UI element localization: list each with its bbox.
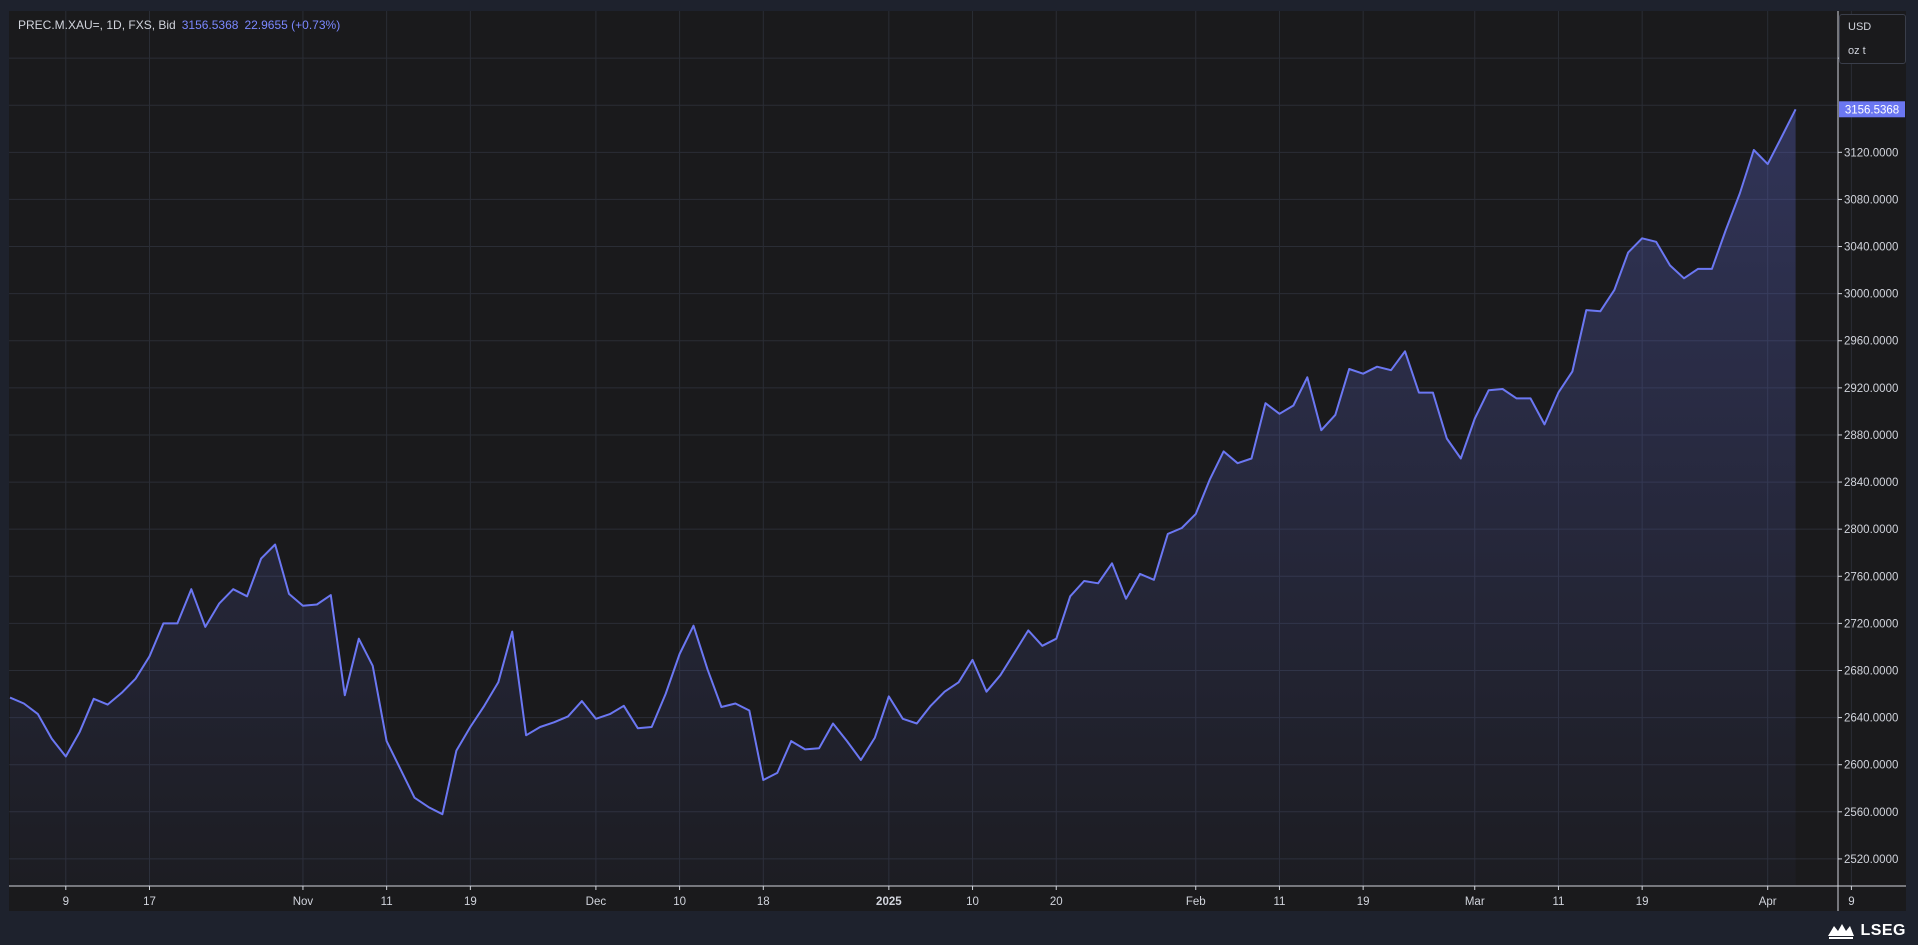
legend-price: 3156.5368 [181,18,239,32]
logo-text: LSEG [1860,922,1906,939]
x-tick-label: 9 [1848,896,1854,908]
x-tick-label: 11 [1273,896,1285,908]
x-tick-label: 10 [673,896,686,908]
x-tick-label: 11 [1552,896,1564,908]
last-price-label: 3156.5368 [1839,101,1905,118]
x-tick-label: 19 [1636,896,1649,908]
x-tick-label: 17 [143,896,156,908]
price-chart[interactable]: 2520.0000 2560.0000 2600.0000 2640.0000 2680… [0,0,1918,945]
y-tick-label: 2800.0000 [1844,524,1898,536]
y-tick-label: 2720.0000 [1844,618,1898,630]
lseg-emblem-icon [1828,924,1855,939]
unit-selector[interactable]: USD oz t [1839,14,1906,64]
x-tick-label: Apr [1759,896,1777,908]
x-tick-label: Feb [1186,896,1206,908]
x-tick-label: 19 [1357,896,1370,908]
x-axis-ticks: 9 17 Nov 11 19 Dec 10 18 2025 10 20 Feb 11 19 Mar 11 19 A… [63,886,1855,908]
lseg-logo: LSEG [1826,920,1906,942]
y-tick-label: 2840.0000 [1844,477,1898,489]
x-tick-label: 18 [757,896,770,908]
x-tick-label: 11 [381,896,393,908]
price-area [10,109,1796,887]
y-tick-label: 2680.0000 [1844,665,1898,677]
x-tick-label: 9 [63,896,69,908]
y-tick-label: 3080.0000 [1844,194,1898,206]
currency-label[interactable]: USD [1840,15,1905,39]
footer-bar [0,913,1918,945]
y-tick-label: 2640.0000 [1844,713,1898,725]
y-tick-label: 3040.0000 [1844,242,1898,254]
x-tick-label: 2025 [876,896,902,908]
symbol-label: PREC.M.XAU=, 1D, FXS, Bid [18,18,176,32]
y-axis-ticks: 2520.0000 2560.0000 2600.0000 2640.0000 2680… [1838,53,1898,866]
x-tick-label: 20 [1050,896,1063,908]
x-tick-label: Dec [586,896,607,908]
y-tick-label: 2920.0000 [1844,383,1898,395]
y-tick-label: 2560.0000 [1844,807,1898,819]
x-tick-label: Nov [293,896,314,908]
y-tick-label: 3000.0000 [1844,289,1898,301]
legend-change: 22.9655 (+0.73%) [244,18,341,32]
y-tick-label: 3120.0000 [1844,147,1898,159]
y-tick-label: 2760.0000 [1844,571,1898,583]
x-tick-label: Mar [1465,896,1485,908]
symbol-legend: PREC.M.XAU=, 1D, FXS, Bid 3156.5368 22.965… [18,18,340,32]
y-tick-label: 2960.0000 [1844,336,1898,348]
y-tick-label: 2880.0000 [1844,430,1898,442]
y-tick-label: 2520.0000 [1844,854,1898,866]
unit-label[interactable]: oz t [1840,39,1905,63]
last-price-text: 3156.5368 [1845,104,1899,116]
x-tick-label: 10 [966,896,979,908]
x-tick-label: 19 [464,896,477,908]
y-tick-label: 2600.0000 [1844,760,1898,772]
